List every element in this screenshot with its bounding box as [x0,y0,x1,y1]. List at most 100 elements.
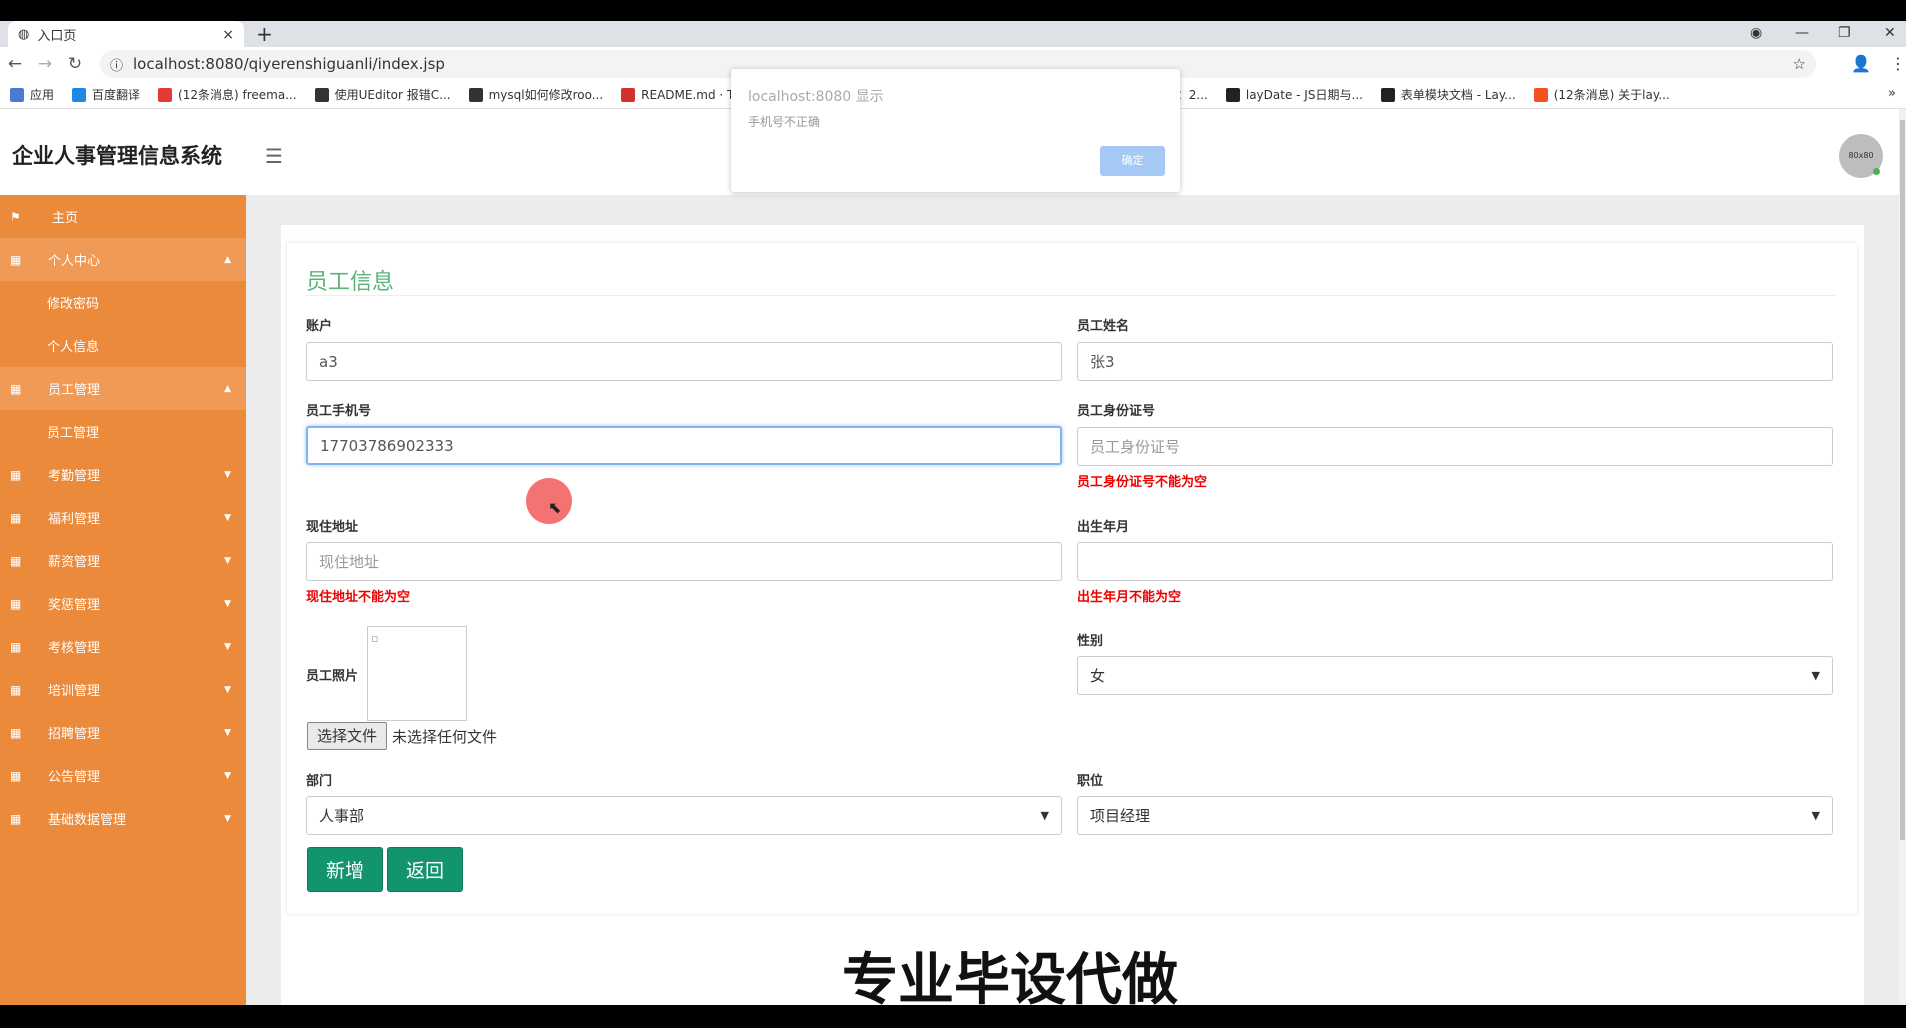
more-icon[interactable]: ⋮ [1890,54,1906,73]
chevron-down-icon: ▼ [224,469,231,480]
sidebar-item-label: 奖惩管理 [48,598,101,613]
online-status-dot [1873,168,1880,175]
sidebar-item-label: 考核管理 [48,641,101,656]
browser-tab[interactable]: ◍ 入口页 × [8,21,244,48]
grid-icon: ▦ [10,725,22,740]
chevron-down-icon: ▼ [224,641,231,652]
bookmark-label: 百度翻译 [92,88,141,102]
sidebar-item[interactable]: ▦ 基础数据管理 ▼ [0,797,246,840]
sidebar-item[interactable]: ▦ 奖惩管理 ▼ [0,582,246,625]
bookmark-item[interactable]: layDate - JS日期与... [1225,86,1363,103]
bookmark-item[interactable]: 百度翻译 [72,86,140,103]
grid-icon: ▦ [10,381,22,396]
department-value: 人事部 [319,807,365,825]
forward-icon[interactable]: → [30,54,60,74]
sidebar-item-label: 修改密码 [47,297,100,312]
bookmark-label: 使用UEditor 报错C... [334,88,451,102]
dialog-ok-button[interactable]: 确定 [1100,146,1165,176]
more-bookmarks-icon[interactable]: » [1888,86,1896,101]
sidebar-item-label: 公告管理 [48,770,101,785]
chevron-down-icon: ▼ [224,727,231,738]
restore-button[interactable]: ❐ [1838,21,1851,45]
bookmark-item[interactable]: (12条消息) 关于lay... [1533,86,1670,103]
phone-input[interactable]: 17703786902333 [306,426,1062,465]
sidebar-item[interactable]: ▦ 福利管理 ▼ [0,496,246,539]
sidebar-item[interactable]: ▦ 考勤管理 ▼ [0,453,246,496]
name-input[interactable]: 张3 [1077,342,1833,381]
idcard-input[interactable]: 员工身份证号 [1077,427,1833,466]
chevron-down-icon: ▼ [1811,669,1820,682]
bookmark-item[interactable]: (12条消息) freema... [158,86,297,103]
sidebar-item[interactable]: 修改密码 [0,281,246,324]
sidebar-item[interactable]: ▦ 个人中心 ▲ [0,238,246,281]
sidebar-item[interactable]: ▦ 培训管理 ▼ [0,668,246,711]
sidebar-item[interactable]: ▦ 考核管理 ▼ [0,625,246,668]
avatar[interactable]: 80x80 [1839,134,1883,178]
mouse-cursor-icon: ⬉ [548,498,562,517]
gender-select[interactable]: 女 ▼ [1077,656,1833,695]
apps-icon [10,87,24,102]
scrollbar-thumb[interactable] [1900,120,1905,840]
minimize-button[interactable]: — [1795,21,1809,45]
bookmark-favicon-icon [1225,87,1240,102]
sidebar-item[interactable]: ▦ 薪资管理 ▼ [0,539,246,582]
tab-title: 入口页 [37,29,77,44]
account-icon[interactable]: 👤 [1851,54,1871,73]
flag-icon: ⚑ [10,209,21,224]
close-tab-icon[interactable]: × [222,27,234,43]
bookmark-favicon-icon [72,87,87,102]
chevron-up-icon: ▲ [224,383,231,394]
sidebar-item[interactable]: ▦ 公告管理 ▼ [0,754,246,797]
bookmark-item[interactable]: 应用 [10,86,54,103]
reload-icon[interactable]: ↻ [60,54,90,74]
grid-icon: ▦ [10,682,22,697]
bookmark-label: 表单模块文档 - Lay... [1400,88,1516,102]
sidebar-item[interactable]: 员工管理 [0,410,246,453]
sidebar: ⚑ 主页 ▦ 个人中心 ▲ 修改密码 个人信息 ▦ 员工管理 ▲ 员工管理 ▦ 考勤管理 ▼ ▦ 福利管理 ▼ ▦… [0,195,246,1005]
sidebar-item[interactable]: 个人信息 [0,324,246,367]
back-icon[interactable]: ← [0,54,30,74]
gender-label: 性别 [1077,634,1104,649]
sidebar-item[interactable]: ▦ 员工管理 ▲ [0,367,246,410]
bookmark-item[interactable]: 使用UEditor 报错C... [314,86,451,103]
position-label: 职位 [1077,774,1104,789]
department-select[interactable]: 人事部 ▼ [306,796,1062,835]
bookmark-label: (12条消息) 关于lay... [1553,88,1670,102]
bookmark-item[interactable]: mysql如何修改roo... [468,86,603,103]
position-select[interactable]: 项目经理 ▼ [1077,796,1833,835]
new-tab-button[interactable]: + [256,21,273,48]
account-input[interactable]: a3 [306,342,1062,381]
chevron-down-icon: ▼ [224,684,231,695]
close-window-button[interactable]: ✕ [1884,21,1896,45]
bookmark-label: (12条消息) freema... [178,88,297,102]
sidebar-item-label: 招聘管理 [48,727,101,742]
choose-file-button[interactable]: 选择文件 [307,722,387,750]
sidebar-item[interactable]: ▦ 招聘管理 ▼ [0,711,246,754]
idcard-error: 员工身份证号不能为空 [1077,475,1208,490]
form-title: 员工信息 [306,270,395,295]
chevron-up-icon: ▲ [224,254,231,265]
back-button[interactable]: 返回 [387,847,463,892]
profile-dropdown-icon[interactable]: ◉ [1750,21,1762,45]
name-label: 员工姓名 [1077,319,1130,334]
photo-preview: ▫ [367,626,467,721]
bookmark-favicon-icon [621,87,636,102]
photo-label: 员工照片 [306,669,359,684]
birth-input[interactable] [1077,542,1833,581]
bookmark-item[interactable]: 表单模块文档 - Lay... [1380,86,1516,103]
sidebar-item-label: 考勤管理 [48,469,101,484]
star-icon[interactable]: ☆ [1793,55,1806,73]
sidebar-item-label: 员工管理 [47,426,100,441]
menu-toggle-icon[interactable]: ☰ [265,144,283,168]
chevron-down-icon: ▼ [1040,809,1049,822]
bookmark-favicon-icon [468,87,483,102]
address-input[interactable]: 现住地址 [306,542,1062,581]
sidebar-item[interactable]: ⚑ 主页 [0,195,246,238]
sidebar-item-label: 基础数据管理 [48,813,127,828]
watermark: 专业毕设代做 [842,948,1178,1013]
bookmark-favicon-icon [314,87,329,102]
grid-icon: ▦ [10,510,22,525]
info-icon: ⓘ [110,58,124,74]
submit-button[interactable]: 新增 [307,847,383,892]
grid-icon: ▦ [10,553,22,568]
